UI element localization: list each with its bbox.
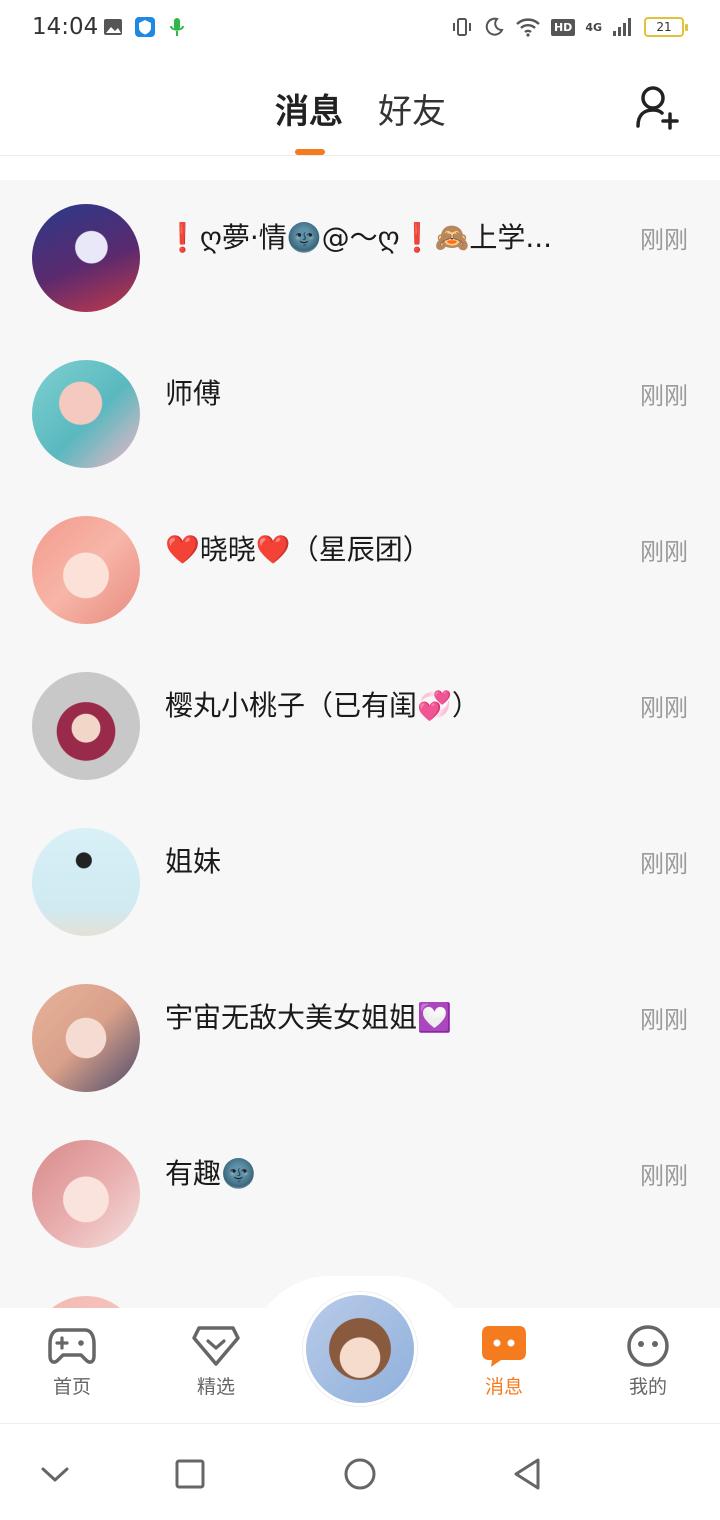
nav-messages[interactable]: 消息 <box>454 1324 554 1399</box>
conversation-time: 刚刚 <box>640 382 688 410</box>
avatar <box>32 1296 140 1308</box>
conversation-name: ❗️ღ夢·情🌚@～ღ❗️🙈上学... <box>165 221 553 254</box>
nav-messages-label: 消息 <box>484 1376 523 1398</box>
nav-home[interactable]: 首页 <box>22 1324 122 1399</box>
vibrate-icon <box>452 18 471 36</box>
conversation-time: 刚刚 <box>640 850 688 878</box>
avatar <box>32 516 140 624</box>
heart-chat-icon <box>192 1326 240 1366</box>
conversation-time: 刚刚 <box>640 694 688 722</box>
tab-friends[interactable]: 好友 <box>378 84 446 133</box>
microphone-icon <box>170 18 184 36</box>
list-item[interactable]: 姐妹 刚刚 <box>0 804 720 960</box>
hd-badge: HD <box>550 18 576 36</box>
conversation-name: ❤️晓晓❤️（星辰团） <box>165 533 431 566</box>
conversation-name: 樱丸小桃子（已有闺💞） <box>165 689 480 722</box>
conversation-list: ❗️ღ夢·情🌚@～ღ❗️🙈上学... 刚刚 师傅 刚刚 ❤️晓晓❤️（星辰团） … <box>0 180 720 1308</box>
recent-apps-icon[interactable] <box>170 1454 210 1494</box>
nav-home-label: 首页 <box>52 1376 91 1398</box>
conversation-time: 刚刚 <box>640 226 688 254</box>
conversation-name: 姐妹 <box>165 845 222 878</box>
list-item[interactable]: ❗️ღ夢·情🌚@～ღ❗️🙈上学... 刚刚 <box>0 180 720 336</box>
list-item[interactable]: 樱丸小桃子（已有闺💞） 刚刚 <box>0 648 720 804</box>
center-avatar-button[interactable] <box>303 1292 417 1406</box>
notification-icons <box>102 16 188 38</box>
avatar <box>32 1140 140 1248</box>
header: 消息 好友 <box>0 56 720 156</box>
avatar <box>32 828 140 936</box>
nav-me-label: 我的 <box>628 1376 667 1398</box>
avatar <box>32 984 140 1092</box>
home-icon[interactable] <box>340 1454 380 1494</box>
conversation-name: 师傅 <box>165 377 222 410</box>
shield-app-icon <box>135 17 155 37</box>
back-icon[interactable] <box>508 1454 548 1494</box>
message-bubble-icon <box>482 1326 526 1367</box>
conversation-time: 刚刚 <box>640 538 688 566</box>
signal-icon <box>613 18 631 36</box>
conversation-time: 刚刚 <box>640 1162 688 1190</box>
chevron-down-icon[interactable] <box>35 1454 75 1494</box>
nav-picks[interactable]: 精选 <box>166 1324 266 1399</box>
list-item[interactable]: 师傅 刚刚 <box>0 336 720 492</box>
system-status-icons: HD 4G 21 <box>451 16 688 38</box>
gallery-icon <box>104 19 122 35</box>
tab-messages[interactable]: 消息 <box>275 84 343 133</box>
nav-picks-label: 精选 <box>196 1376 235 1398</box>
network-type: 4G <box>585 20 602 34</box>
status-time: 14:04 <box>32 14 99 40</box>
avatar <box>32 360 140 468</box>
face-icon <box>627 1325 669 1367</box>
conversation-time: 刚刚 <box>640 1006 688 1034</box>
list-item[interactable]: 宇宙无敌大美女姐姐💟 刚刚 <box>0 960 720 1116</box>
conversation-name: 有趣🌚 <box>165 1157 256 1190</box>
conversation-name: 宇宙无敌大美女姐姐💟 <box>165 1001 452 1034</box>
avatar <box>32 204 140 312</box>
list-item[interactable]: 有趣🌚 刚刚 <box>0 1116 720 1272</box>
list-item[interactable]: ❤️晓晓❤️（星辰团） 刚刚 <box>0 492 720 648</box>
status-bar: 14:04 HD 4G 21 <box>0 0 720 56</box>
gamepad-icon <box>48 1328 96 1364</box>
system-nav-bar <box>0 1424 720 1520</box>
battery-indicator: 21 <box>644 17 688 37</box>
add-friend-icon[interactable] <box>634 84 680 130</box>
avatar <box>32 672 140 780</box>
nav-me[interactable]: 我的 <box>598 1324 698 1399</box>
active-tab-indicator <box>295 149 325 155</box>
moon-icon <box>485 17 504 36</box>
wifi-icon <box>516 18 540 37</box>
